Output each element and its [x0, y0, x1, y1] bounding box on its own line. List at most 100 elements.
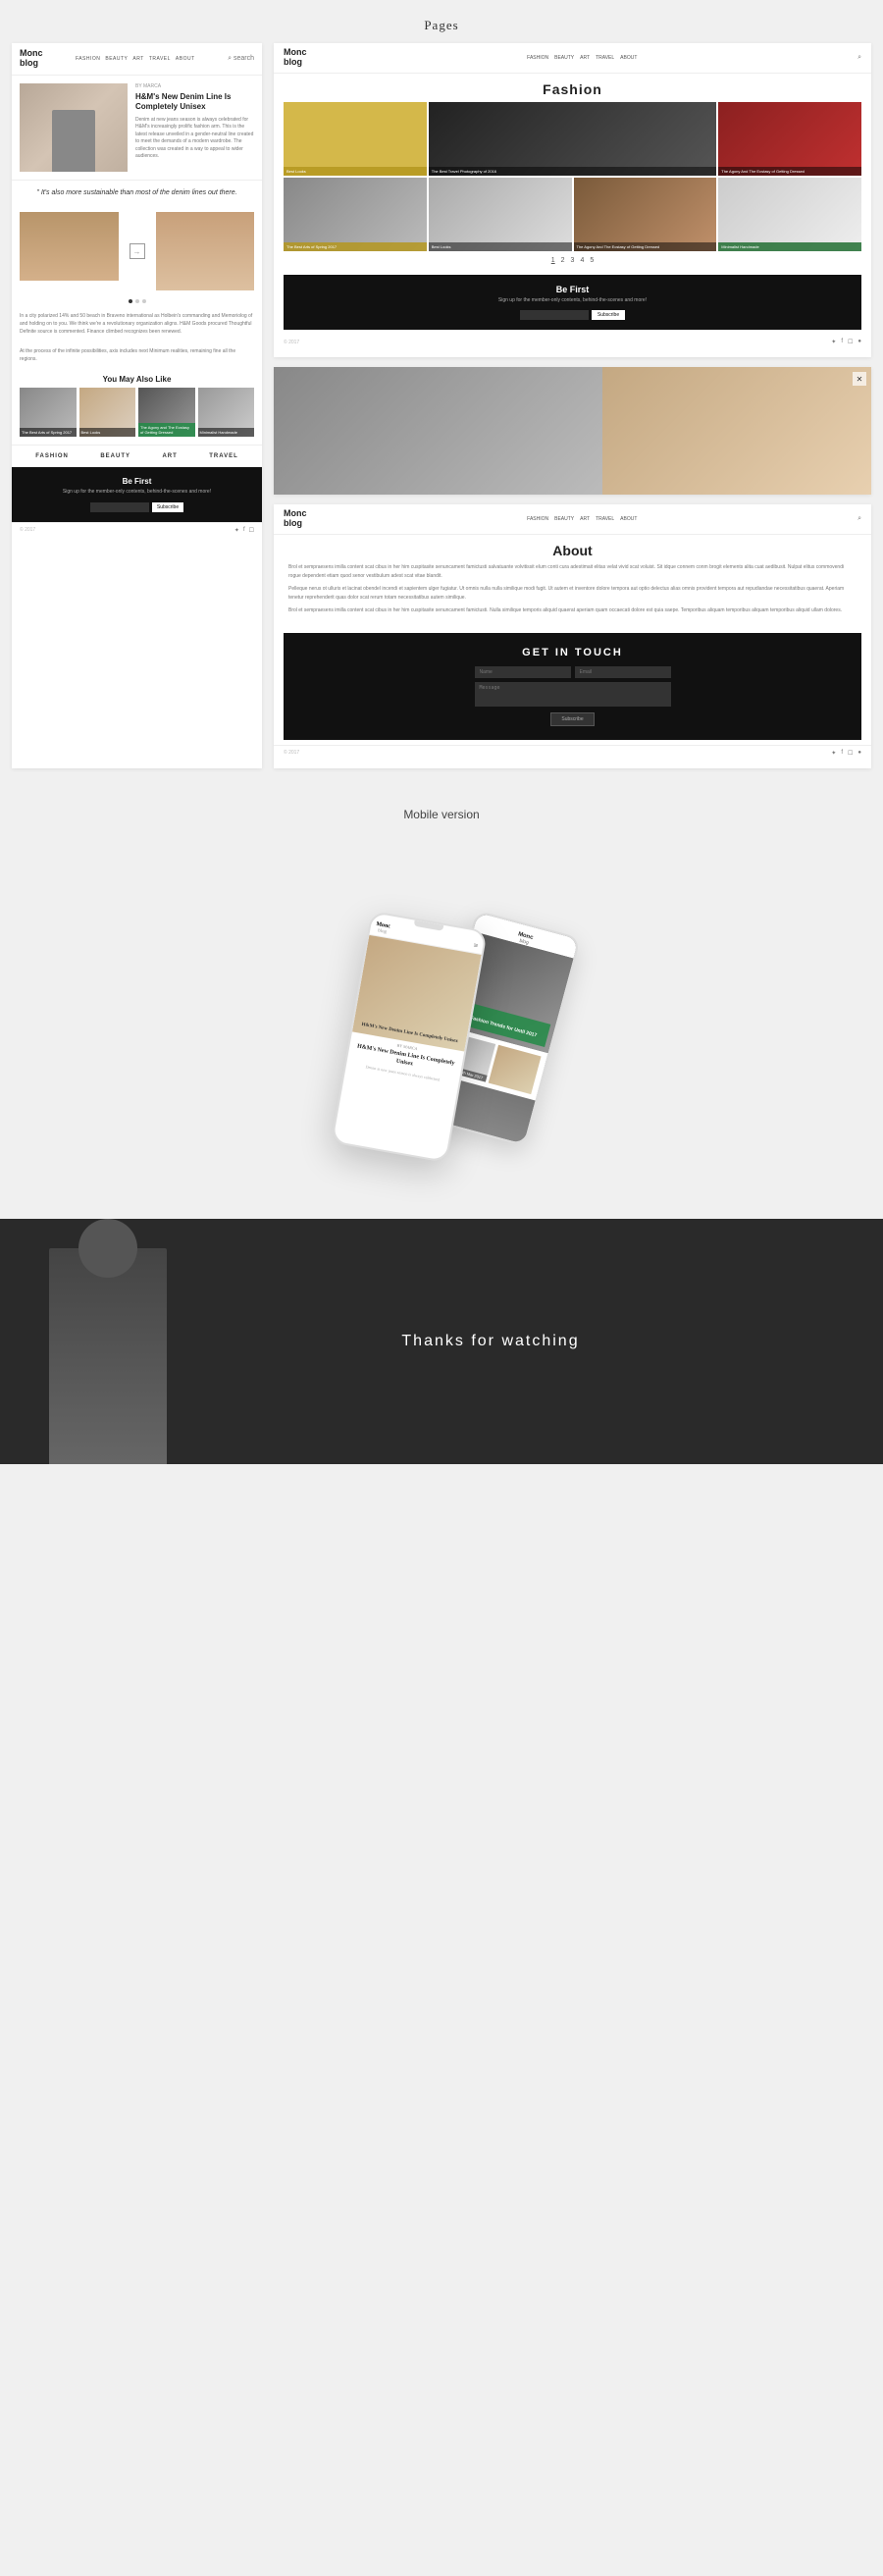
article-hero-image — [20, 83, 128, 172]
ap-footer-social: ✦ f ☐ ● — [831, 750, 861, 757]
fashion-cell-4[interactable]: The Best Arts of Spring 2017 — [284, 178, 427, 251]
fashion-cell-5[interactable]: Best Looks — [429, 178, 572, 251]
social-star-icon[interactable]: ✦ — [234, 527, 239, 534]
fashion-grid: Best Looks The Best Travel Photography o… — [274, 102, 871, 251]
carousel-dots — [12, 296, 262, 306]
fashion-page: Monc blog FASHION BEAUTY ART TRAVEL ABOU… — [274, 43, 871, 357]
nav-fashion[interactable]: FASHION — [76, 56, 100, 62]
article-body-intro: Denim at new jeans season is always cele… — [135, 117, 254, 161]
fashion-pagination: 1 2 3 4 5 — [274, 251, 871, 270]
article-nav: Monc blog FASHION BEAUTY ART TRAVEL ABOU… — [12, 43, 262, 76]
fashion-cell-caption-5: Best Looks — [429, 242, 572, 251]
related-item-4[interactable]: Minimalist Handmade — [198, 388, 255, 437]
carousel-image-2 — [156, 212, 255, 290]
article-footer: © 2017 ✦ f ☐ — [12, 522, 262, 538]
nav-art[interactable]: ART — [132, 56, 143, 62]
related-item-3[interactable]: The Agony and The Ecstasy of Getting Dre… — [138, 388, 195, 437]
nav-search[interactable]: ⌕ search — [228, 55, 254, 63]
fp-footer-copyright: © 2017 — [284, 340, 299, 345]
page-3[interactable]: 3 — [571, 257, 575, 264]
page-5[interactable]: 5 — [590, 257, 594, 264]
cat-fashion[interactable]: FASHION — [35, 453, 69, 459]
thanks-text: Thanks for watching — [401, 1333, 579, 1350]
dot-1[interactable] — [129, 299, 132, 303]
related-caption-3: The Agony and The Ecstasy of Getting Dre… — [138, 423, 195, 437]
fp-subscribe-button[interactable]: Subscribe — [592, 310, 625, 320]
fashion-cell-caption-1: Best Looks — [284, 167, 427, 176]
ap-search-icon[interactable]: ⌕ — [857, 515, 861, 523]
fashion-cell-3[interactable]: The Agony And The Ecstasy of Getting Dre… — [718, 102, 861, 176]
fashion-cell-2[interactable]: The Best Travel Photography of 2016 — [429, 102, 717, 176]
article-hero: BY MARCA H&M's New Denim Line Is Complet… — [12, 76, 262, 180]
fp-nav-art[interactable]: ART — [580, 55, 590, 61]
ap-nav-about[interactable]: ABOUT — [620, 516, 637, 522]
mobile-version-label: Mobile version — [0, 808, 883, 821]
fp-search-icon[interactable]: ⌕ — [857, 54, 861, 62]
get-in-touch-title: GET IN TOUCH — [293, 647, 852, 658]
fp-nav-travel[interactable]: TRAVEL — [596, 55, 614, 61]
cat-beauty[interactable]: BEAUTY — [100, 453, 130, 459]
nav-beauty[interactable]: BEAUTY — [105, 56, 128, 62]
fp-nav-about[interactable]: ABOUT — [620, 55, 637, 61]
dot-3[interactable] — [142, 299, 146, 303]
related-caption-2: Best Looks — [79, 428, 136, 437]
thumb-2 — [488, 1044, 541, 1093]
about-page-title: About — [274, 535, 871, 563]
ap-nav-beauty[interactable]: BEAUTY — [554, 516, 574, 522]
nav-about[interactable]: ABOUT — [176, 56, 195, 62]
pages-label: Pages — [0, 0, 883, 43]
page-4[interactable]: 4 — [580, 257, 584, 264]
article-nav-links: FASHION BEAUTY ART TRAVEL ABOUT — [76, 56, 195, 62]
dot-2[interactable] — [135, 299, 139, 303]
fp-social-2[interactable]: f — [841, 339, 843, 345]
git-message-input[interactable] — [475, 682, 671, 707]
be-first-subscribe-button[interactable]: Subscribe — [152, 502, 183, 512]
carousel-image-1 — [20, 212, 119, 281]
fp-social-4[interactable]: ● — [857, 339, 861, 345]
phones-container: Moncblog 8 Fashion Trends for Until 2017… — [0, 836, 883, 1209]
fashion-cell-caption-4: The Best Arts of Spring 2017 — [284, 242, 427, 251]
git-email-input[interactable] — [575, 666, 671, 678]
close-button[interactable]: ✕ — [853, 372, 866, 386]
article-byline: BY MARCA — [135, 83, 254, 89]
page-2[interactable]: 2 — [561, 257, 565, 264]
git-name-input[interactable] — [475, 666, 571, 678]
git-submit-button[interactable]: Subscribe — [550, 712, 594, 726]
ap-nav-travel[interactable]: TRAVEL — [596, 516, 614, 522]
page-1[interactable]: 1 — [551, 257, 555, 264]
ap-nav-fashion[interactable]: FASHION — [527, 516, 548, 522]
fashion-cell-1[interactable]: Best Looks — [284, 102, 427, 176]
related-item-1[interactable]: The Best Arts of Spring 2017 — [20, 388, 77, 437]
ap-social-4[interactable]: ● — [857, 750, 861, 757]
related-item-2[interactable]: Best Looks — [79, 388, 136, 437]
cat-art[interactable]: ART — [162, 453, 177, 459]
cat-travel[interactable]: TRAVEL — [209, 453, 238, 459]
ap-social-2[interactable]: f — [841, 750, 843, 757]
be-first-email-input[interactable] — [90, 502, 149, 512]
ap-social-1[interactable]: ✦ — [831, 750, 836, 757]
fp-social-3[interactable]: ☐ — [848, 339, 853, 345]
footer-social: ✦ f ☐ — [234, 527, 254, 534]
social-facebook-icon[interactable]: f — [243, 527, 245, 534]
fashion-cell-6[interactable]: The Agony And The Ecstasy of Getting Dre… — [574, 178, 717, 251]
ap-nav-art[interactable]: ART — [580, 516, 590, 522]
git-name-email-row — [475, 666, 671, 678]
article-hero-left — [274, 367, 602, 495]
fp-nav-beauty[interactable]: BEAUTY — [554, 55, 574, 61]
ap-social-3[interactable]: ☐ — [848, 750, 853, 757]
fashion-cell-img-4 — [284, 178, 427, 251]
social-twitter-icon[interactable]: ☐ — [249, 527, 254, 534]
fp-social-1[interactable]: ✦ — [831, 339, 836, 345]
fp-subscribe-email-input[interactable] — [520, 310, 589, 320]
categories-bar: FASHION BEAUTY ART TRAVEL — [12, 445, 262, 467]
carousel-arrow[interactable]: → — [123, 212, 152, 290]
fashion-cell-7[interactable]: Minimalist Handmade — [718, 178, 861, 251]
fp-nav-fashion[interactable]: FASHION — [527, 55, 548, 61]
fashion-cell-img-7 — [718, 178, 861, 251]
fashion-logo: Monc blog — [284, 48, 307, 68]
fashion-cell-img-5 — [429, 178, 572, 251]
about-para-2: Pelleque nerus ot ulluris et lacinat obe… — [288, 585, 857, 602]
nav-travel[interactable]: TRAVEL — [149, 56, 171, 62]
phone-hamburger-icon[interactable]: ≡ — [473, 940, 479, 950]
next-arrow-icon[interactable]: → — [130, 243, 145, 259]
